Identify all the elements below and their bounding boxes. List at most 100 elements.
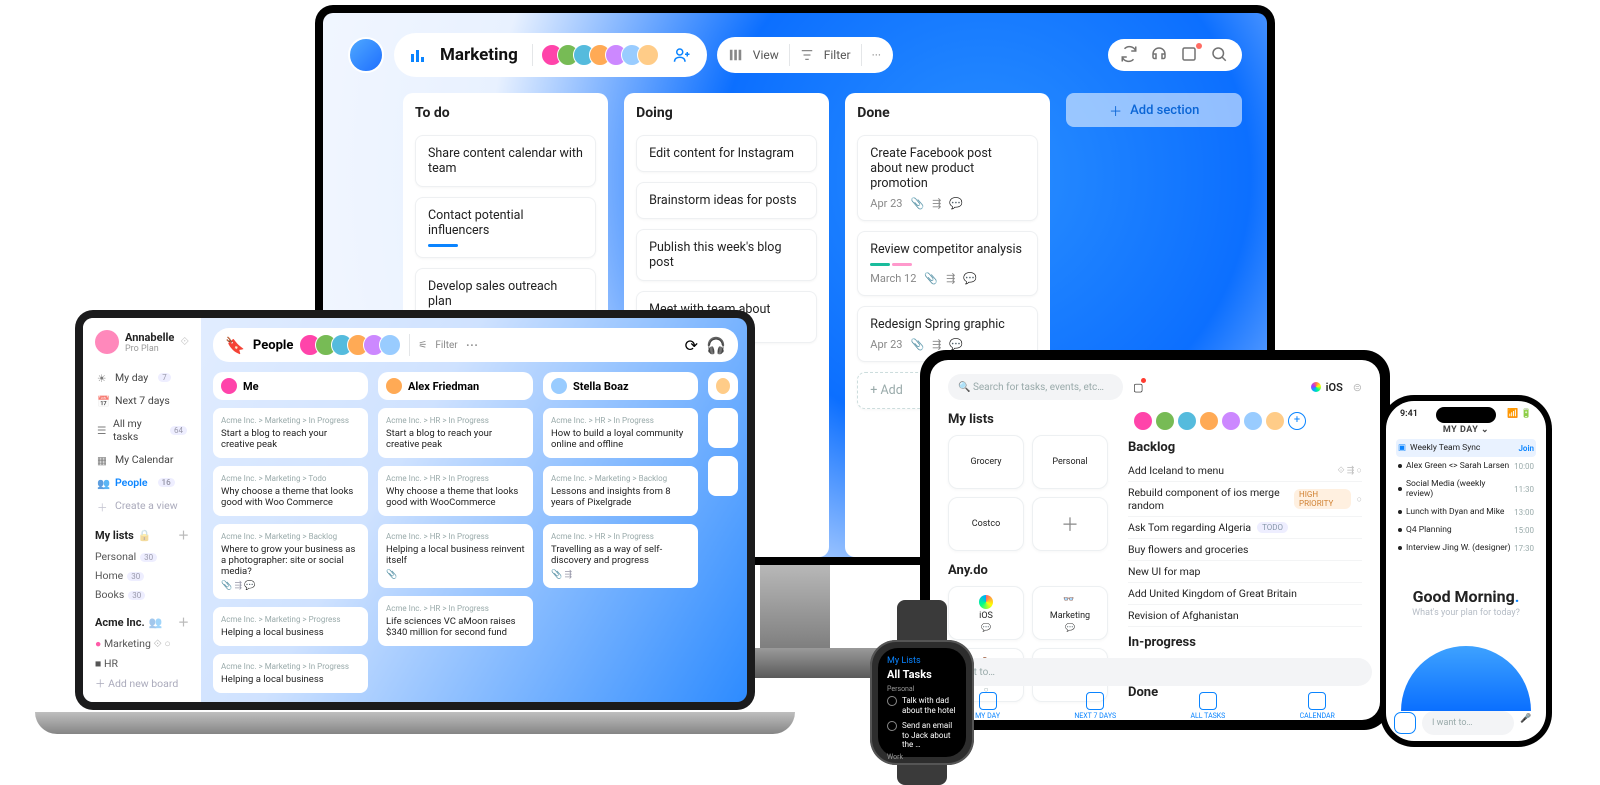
quick-add-input[interactable]: I want to… bbox=[1422, 711, 1514, 735]
add-member-icon[interactable] bbox=[673, 46, 691, 64]
person-header[interactable]: Me bbox=[213, 372, 368, 400]
more-icon[interactable]: ··· bbox=[872, 48, 881, 62]
agenda-row[interactable]: Alex Green <> Sarah Larsen10:00 bbox=[1396, 457, 1536, 475]
nav-my-day[interactable]: ☀My day7 bbox=[95, 366, 189, 389]
project-title[interactable]: iOS bbox=[1311, 381, 1343, 394]
task-card[interactable]: Acme Inc. > Marketing > In ProgressHelpi… bbox=[213, 654, 368, 693]
task-card[interactable]: Acme Inc. > HR > In ProgressHow to build… bbox=[543, 408, 698, 458]
add-list-icon[interactable]: ＋ bbox=[178, 527, 189, 543]
workspace-item[interactable]: ● Marketing ⟐ ○ bbox=[95, 634, 189, 654]
nav-people[interactable]: 👥People16 bbox=[95, 471, 189, 494]
board-tile[interactable]: 👓Marketing 💬 bbox=[1032, 586, 1108, 640]
task-card[interactable]: Acme Inc. > HR > In ProgressStart a blog… bbox=[378, 408, 533, 458]
watch-breadcrumb[interactable]: My Lists bbox=[887, 656, 957, 666]
dock-my-day[interactable]: MY DAY bbox=[975, 692, 1000, 720]
task-card[interactable]: Publish this week's blog post bbox=[636, 229, 817, 281]
person-header[interactable]: Stella Boaz bbox=[543, 372, 698, 400]
dock-calendar[interactable]: CALENDAR bbox=[1300, 692, 1335, 720]
nav-create-view[interactable]: ＋Create a view bbox=[95, 494, 189, 517]
support-icon[interactable] bbox=[1150, 45, 1170, 65]
board-title[interactable]: Marketing bbox=[440, 45, 518, 65]
add-member-icon[interactable]: + bbox=[1288, 412, 1306, 430]
task-card[interactable]: Edit content for Instagram bbox=[636, 135, 817, 172]
agenda-row[interactable]: Lunch with Dyan and Mike13:00 bbox=[1396, 503, 1536, 521]
list-item[interactable]: Home30 bbox=[95, 566, 189, 585]
agenda-row[interactable]: ▣Weekly Team SyncJoin bbox=[1396, 439, 1536, 457]
add-workspace-item-icon[interactable]: ＋ bbox=[178, 614, 189, 630]
filter-label[interactable]: Filter bbox=[824, 48, 851, 62]
sync-icon[interactable]: ⟳ bbox=[685, 336, 698, 355]
add-section-button[interactable]: ＋ Add section bbox=[1066, 93, 1242, 127]
list-tile[interactable]: Costco bbox=[948, 497, 1024, 551]
task-row[interactable]: Add United Kingdom of Great Britain bbox=[1128, 583, 1362, 605]
filter-icon[interactable] bbox=[800, 48, 814, 62]
task-card[interactable]: Acme Inc. > Marketing > BacklogWhere to … bbox=[213, 524, 368, 599]
sync-icon[interactable] bbox=[1120, 45, 1140, 65]
view-label[interactable]: View bbox=[753, 48, 779, 62]
filter-label[interactable]: Filter bbox=[435, 340, 457, 351]
activity-icon[interactable]: ▢ bbox=[1133, 381, 1143, 394]
watch-task[interactable]: Talk with dad about the hotel bbox=[887, 693, 957, 718]
quick-add-input[interactable]: I want to… bbox=[938, 658, 1372, 686]
list-tile[interactable]: Personal bbox=[1032, 435, 1108, 489]
task-row[interactable]: Revision of Afghanistan bbox=[1128, 605, 1362, 627]
add-list-tile[interactable]: ＋ bbox=[1032, 497, 1108, 551]
list-item[interactable]: Personal30 bbox=[95, 547, 189, 566]
chevron-down-icon: ⌄ bbox=[1481, 425, 1489, 435]
support-icon[interactable]: 🎧 bbox=[706, 336, 726, 355]
agenda-row[interactable]: Social Media (weekly review)11:30 bbox=[1396, 475, 1536, 503]
task-card[interactable] bbox=[708, 408, 738, 448]
task-card[interactable]: Acme Inc. > Marketing > ProgressHelping … bbox=[213, 607, 368, 646]
add-board-button[interactable]: ＋ Add new board bbox=[95, 673, 189, 694]
task-card[interactable]: Contact potential influencers bbox=[415, 197, 596, 258]
task-card[interactable]: Acme Inc. > HR > In ProgressWhy choose a… bbox=[378, 466, 533, 516]
task-card[interactable]: Acme Inc. > Marketing > In ProgressStart… bbox=[213, 408, 368, 458]
dock-next-7-days[interactable]: NEXT 7 DAYS bbox=[1074, 692, 1116, 720]
nav-all-tasks[interactable]: ☰All my tasks64 bbox=[95, 412, 189, 448]
task-row[interactable]: New UI for map bbox=[1128, 561, 1362, 583]
people-members-stack[interactable] bbox=[305, 334, 401, 356]
agenda-row[interactable]: Q4 Planning15:00 bbox=[1396, 521, 1536, 539]
dock-all-tasks[interactable]: ALL TASKS bbox=[1190, 692, 1225, 720]
list-tile[interactable]: Grocery bbox=[948, 435, 1024, 489]
task-card[interactable]: Acme Inc. > HR > In ProgressHelping a lo… bbox=[378, 524, 533, 588]
task-card[interactable]: Acme Inc. > Marketing > TodoWhy choose a… bbox=[213, 466, 368, 516]
tablet-top-bar: 🔍 Search for tasks, events, etc… ▢ iOS ⊜ bbox=[948, 374, 1362, 400]
person-header[interactable] bbox=[708, 372, 738, 400]
search-icon[interactable] bbox=[1210, 45, 1230, 65]
phone-header[interactable]: MY DAY ⌄ bbox=[1386, 425, 1546, 435]
bookmark-icon[interactable]: 🔖 bbox=[225, 336, 245, 355]
pin-icon[interactable]: ⟐ bbox=[180, 335, 189, 349]
task-card[interactable]: Review competitor analysis March 12 📎 ⇶ … bbox=[857, 231, 1038, 296]
person-header[interactable]: Alex Friedman bbox=[378, 372, 533, 400]
menu-icon[interactable]: ⊜ bbox=[1353, 381, 1362, 394]
home-icon[interactable] bbox=[1394, 712, 1416, 734]
sidebar-user[interactable]: AnnabellePro Plan ⟐ bbox=[95, 330, 189, 354]
board-members-stack[interactable] bbox=[547, 44, 659, 66]
agenda-row[interactable]: Interview Jing W. (designer)17:30 bbox=[1396, 539, 1536, 557]
workspace-item[interactable]: ■ HR bbox=[95, 654, 189, 673]
nav-calendar[interactable]: ▦My Calendar bbox=[95, 448, 189, 471]
task-card[interactable]: Share content calendar with team bbox=[415, 135, 596, 187]
task-row[interactable]: Add Iceland to menu⟐ ⇶ ○ bbox=[1128, 460, 1362, 482]
task-row[interactable]: Rebuild component of ios merge randomHIG… bbox=[1128, 482, 1362, 517]
list-item[interactable]: Books30 bbox=[95, 585, 189, 604]
filter-icon[interactable]: ⚟ bbox=[418, 340, 427, 351]
search-input[interactable]: 🔍 Search for tasks, events, etc… bbox=[948, 374, 1123, 400]
task-card[interactable]: Acme Inc. > Marketing > BacklogLessons a… bbox=[543, 466, 698, 516]
task-card[interactable]: Create Facebook post about new product p… bbox=[857, 135, 1038, 221]
board-members-stack[interactable]: + bbox=[1128, 412, 1362, 430]
mic-icon[interactable]: 🎤 bbox=[1520, 714, 1538, 732]
activity-icon[interactable] bbox=[1180, 45, 1200, 65]
task-card[interactable]: Brainstorm ideas for posts bbox=[636, 182, 817, 219]
task-row[interactable]: Buy flowers and groceries bbox=[1128, 539, 1362, 561]
task-card[interactable]: Acme Inc. > HR > In ProgressTravelling a… bbox=[543, 524, 698, 588]
task-row[interactable]: Ask Tom regarding AlgeriaTODO bbox=[1128, 517, 1362, 539]
task-card[interactable] bbox=[708, 456, 738, 496]
task-card[interactable]: Acme Inc. > HR > In ProgressLife science… bbox=[378, 596, 533, 646]
nav-next-7-days[interactable]: 📅Next 7 days bbox=[95, 389, 189, 412]
current-user-avatar[interactable] bbox=[348, 37, 384, 73]
watch-task[interactable]: Send an email to Jack about the … bbox=[887, 718, 957, 753]
more-icon[interactable]: ··· bbox=[466, 336, 479, 355]
view-icon[interactable] bbox=[729, 48, 743, 62]
